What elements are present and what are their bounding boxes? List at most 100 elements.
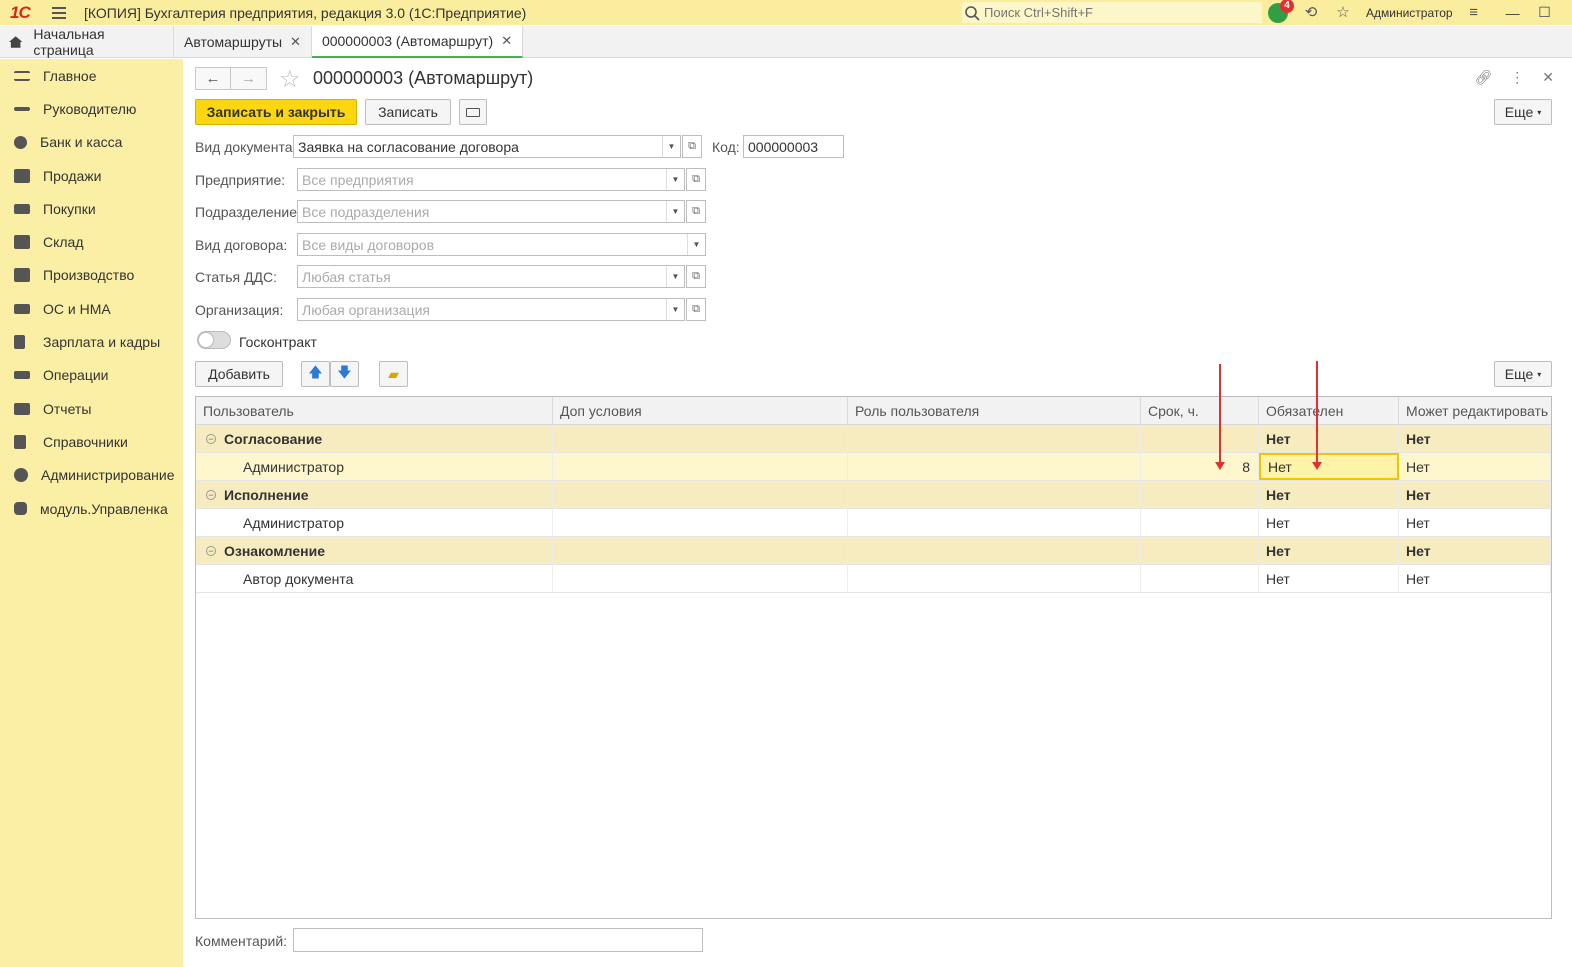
table-row[interactable]: Администратор Нет Нет: [196, 509, 1551, 537]
cell-required[interactable]: Нет: [1259, 425, 1399, 452]
close-window-icon[interactable]: ✕: [1561, 4, 1572, 21]
save-and-close-button[interactable]: Записать и закрыть: [195, 99, 357, 125]
close-form-icon[interactable]: ✕: [1542, 69, 1554, 86]
sidebar-item-manager[interactable]: Руководителю: [0, 92, 183, 125]
card-view-icon[interactable]: [459, 99, 487, 125]
cell-can-edit[interactable]: Нет: [1399, 565, 1551, 592]
cell-conditions[interactable]: [553, 453, 848, 480]
settings-menu-icon[interactable]: ≡: [1465, 4, 1483, 22]
cell-required[interactable]: Нет: [1259, 509, 1399, 536]
department-field[interactable]: Все подразделения ▼: [297, 200, 685, 223]
favorite-star-icon[interactable]: ☆: [279, 65, 301, 94]
cell-can-edit[interactable]: Нет: [1399, 453, 1551, 480]
chevron-down-icon[interactable]: ▼: [666, 169, 684, 190]
table-row[interactable]: Администратор 8 Нет Нет: [196, 453, 1551, 481]
more-vertical-icon[interactable]: ⋮: [1510, 69, 1524, 86]
tab-current-route[interactable]: 000000003 (Автомаршрут) ✕: [311, 26, 524, 58]
cell-term[interactable]: [1141, 509, 1259, 536]
column-required[interactable]: Обязателен: [1259, 397, 1399, 424]
column-user[interactable]: Пользователь: [196, 397, 553, 424]
current-user[interactable]: Администратор: [1366, 6, 1453, 20]
history-icon[interactable]: ⟲: [1302, 4, 1320, 22]
search-input[interactable]: [984, 5, 1254, 20]
favorites-star-icon[interactable]: ☆: [1334, 4, 1352, 22]
cell-role[interactable]: [848, 425, 1141, 452]
open-enterprise-icon[interactable]: ⧉: [686, 168, 706, 191]
open-cashflow-item-icon[interactable]: ⧉: [686, 265, 706, 288]
sidebar-item-operations[interactable]: Операции: [0, 359, 183, 392]
tab-routes[interactable]: Автомаршруты ✕: [174, 26, 312, 58]
enterprise-field[interactable]: Все предприятия ▼: [297, 168, 685, 191]
save-button[interactable]: Записать: [365, 99, 451, 125]
chevron-down-icon[interactable]: ▼: [662, 136, 680, 157]
tab-home[interactable]: Начальная страница: [0, 26, 174, 58]
column-term[interactable]: Срок, ч.: [1141, 397, 1259, 424]
cell-term[interactable]: 8: [1141, 453, 1259, 480]
move-up-icon[interactable]: 🡅: [301, 361, 330, 387]
cell-term[interactable]: [1141, 565, 1259, 592]
back-arrow-icon[interactable]: ←: [195, 67, 231, 90]
open-organization-icon[interactable]: ⧉: [686, 298, 706, 321]
cell-user[interactable]: Администратор: [196, 509, 553, 536]
more-button-top[interactable]: Еще ▾: [1494, 99, 1552, 125]
sidebar-item-purchases[interactable]: Покупки: [0, 192, 183, 225]
sidebar-item-salary[interactable]: Зарплата и кадры: [0, 325, 183, 358]
doc-type-field[interactable]: Заявка на согласование договора ▼: [293, 135, 681, 158]
table-row[interactable]: Автор документа Нет Нет: [196, 565, 1551, 593]
collapse-icon[interactable]: −: [206, 489, 216, 500]
cell-term[interactable]: [1141, 425, 1259, 452]
close-tab-icon[interactable]: ✕: [290, 34, 301, 50]
forward-arrow-icon[interactable]: →: [231, 67, 267, 90]
notifications-bell-icon[interactable]: 4: [1268, 0, 1294, 23]
cell-user[interactable]: Автор документа: [196, 565, 553, 592]
table-row[interactable]: − Согласование Нет Нет: [196, 425, 1551, 453]
code-field[interactable]: 000000003: [743, 135, 844, 158]
contract-type-field[interactable]: Все виды договоров ▼: [297, 233, 706, 256]
cell-conditions[interactable]: [553, 565, 848, 592]
sidebar-item-warehouse[interactable]: Склад: [0, 225, 183, 258]
cell-required[interactable]: Нет: [1259, 453, 1399, 480]
minimize-window-icon[interactable]: —: [1497, 5, 1529, 21]
sidebar-item-admin[interactable]: Администрирование: [0, 459, 183, 492]
sidebar-item-main[interactable]: Главное: [0, 59, 183, 92]
chevron-down-icon[interactable]: ▼: [666, 266, 684, 287]
move-down-icon[interactable]: 🡇: [330, 361, 359, 387]
cashflow-item-field[interactable]: Любая статья ▼: [297, 265, 685, 288]
hamburger-menu-icon[interactable]: [52, 6, 68, 19]
table-row[interactable]: − Ознакомление Нет Нет: [196, 537, 1551, 565]
cell-role[interactable]: [848, 537, 1141, 564]
column-conditions[interactable]: Доп условия: [553, 397, 848, 424]
organization-field[interactable]: Любая организация ▼: [297, 298, 685, 321]
collapse-icon[interactable]: −: [206, 433, 216, 444]
sidebar-item-production[interactable]: Производство: [0, 259, 183, 292]
cell-conditions[interactable]: [553, 509, 848, 536]
open-doc-type-icon[interactable]: ⧉: [682, 135, 702, 158]
open-department-icon[interactable]: ⧉: [686, 200, 706, 223]
sidebar-item-module[interactable]: модуль.Управленка: [0, 492, 183, 525]
cell-role[interactable]: [848, 481, 1141, 508]
cell-conditions[interactable]: [553, 537, 848, 564]
sidebar-item-catalogs[interactable]: Справочники: [0, 425, 183, 458]
cell-role[interactable]: [848, 565, 1141, 592]
chevron-down-icon[interactable]: ▼: [666, 201, 684, 222]
cell-conditions[interactable]: [553, 481, 848, 508]
add-row-button[interactable]: Добавить: [195, 361, 283, 387]
global-search[interactable]: [962, 2, 1262, 23]
add-group-folder-icon[interactable]: ▰: [379, 361, 408, 387]
column-role[interactable]: Роль пользователя: [848, 397, 1141, 424]
more-button-table[interactable]: Еще ▾: [1494, 361, 1552, 387]
cell-role[interactable]: [848, 453, 1141, 480]
cell-required[interactable]: Нет: [1259, 565, 1399, 592]
cell-user[interactable]: Администратор: [196, 453, 553, 480]
link-icon[interactable]: 🔗︎: [1474, 69, 1492, 86]
cell-can-edit[interactable]: Нет: [1399, 509, 1551, 536]
cell-term[interactable]: [1141, 537, 1259, 564]
cell-can-edit[interactable]: Нет: [1399, 481, 1551, 508]
table-row[interactable]: − Исполнение Нет Нет: [196, 481, 1551, 509]
sidebar-item-sales[interactable]: Продажи: [0, 159, 183, 192]
cell-required[interactable]: Нет: [1259, 537, 1399, 564]
cell-required[interactable]: Нет: [1259, 481, 1399, 508]
cell-can-edit[interactable]: Нет: [1399, 537, 1551, 564]
cell-term[interactable]: [1141, 481, 1259, 508]
maximize-window-icon[interactable]: ☐: [1529, 4, 1561, 21]
